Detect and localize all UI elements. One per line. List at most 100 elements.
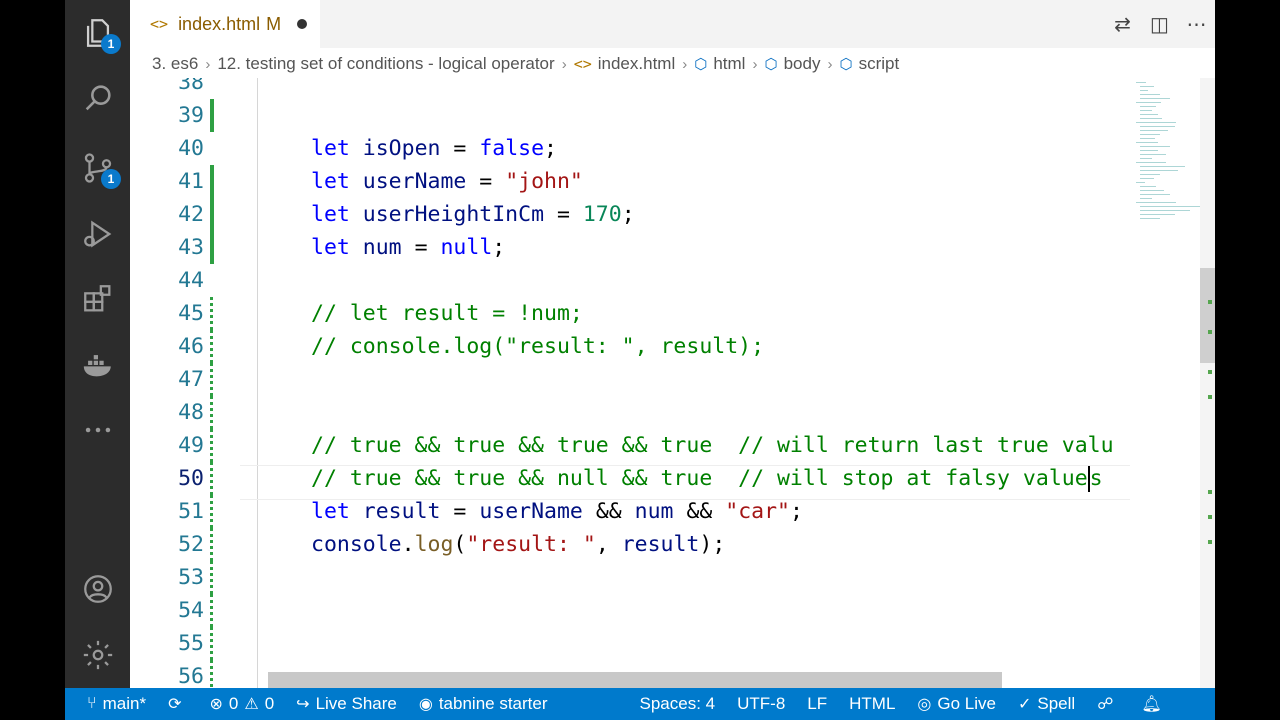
code-line[interactable]: 42 let userHeightInCm = 170; <box>130 198 1130 231</box>
check-icon: ✓ <box>1017 696 1032 713</box>
breadcrumb-html[interactable]: ⬡ html <box>694 54 745 74</box>
notifications-status[interactable]: 🔔︎ <box>1141 694 1167 714</box>
spell-status[interactable]: ✓ Spell <box>1018 694 1075 714</box>
code-text: let isOpen = false; <box>311 136 557 161</box>
branch-status[interactable]: ⑂ main* <box>87 694 146 714</box>
scrollbar-change-marker <box>1208 395 1212 399</box>
go-live-status[interactable]: ◎ Go Live <box>917 694 996 714</box>
vertical-scrollbar-thumb[interactable] <box>1200 268 1215 363</box>
minimap-line <box>1140 210 1190 211</box>
chevron-right-icon: › <box>205 55 211 73</box>
tab-index-html[interactable]: <> index.html M <box>130 0 320 48</box>
eol-status[interactable]: LF <box>807 694 827 714</box>
unsaved-dot[interactable] <box>297 19 308 29</box>
code-line[interactable]: 51 let result = userName && num && "car"; <box>130 495 1130 528</box>
extensions-button[interactable] <box>65 274 130 324</box>
code-line[interactable]: 49 // true && true && true && true // wil… <box>130 429 1130 462</box>
minimap-line <box>1140 126 1175 127</box>
code-text: let result = userName && num && "car"; <box>311 499 803 524</box>
run-debug-button[interactable] <box>65 209 130 259</box>
code-line[interactable]: 52 console.log("result: ", result); <box>130 528 1130 561</box>
code-text: let userName = "john" <box>311 169 583 194</box>
code-editor[interactable]: 38 39 40 let isOpen = false; 41 let userName … <box>130 78 1130 688</box>
minimap-line <box>1140 186 1156 187</box>
code-line[interactable]: 40 let isOpen = false; <box>130 132 1130 165</box>
tab-label: index.html <box>178 13 261 34</box>
git-modified-marker[interactable] <box>210 462 213 495</box>
code-line[interactable]: 45 // let result = !num; <box>130 297 1130 330</box>
code-line[interactable]: 54 <box>130 594 1130 627</box>
line-number: 44 <box>178 268 204 293</box>
git-added-marker[interactable] <box>210 198 214 231</box>
breadcrumb-script[interactable]: ⬡ script <box>839 54 899 74</box>
sync-icon: ⟳ <box>168 696 182 713</box>
search-icon <box>85 85 111 111</box>
breadcrumb-folder-es6[interactable]: 3. es6 <box>152 54 198 74</box>
split-editor-icon[interactable]: ◫ <box>1141 12 1178 37</box>
code-line[interactable]: 41 let userName = "john" <box>130 165 1130 198</box>
git-modified-marker[interactable] <box>210 429 213 462</box>
search-button[interactable] <box>65 73 130 123</box>
minimap-line <box>1140 86 1154 87</box>
code-line[interactable]: 50 // true && true && null && true // wil… <box>130 462 1130 495</box>
scrollbar-change-marker <box>1208 515 1212 519</box>
more-actions-icon[interactable]: ⋯ <box>1178 12 1215 37</box>
problems-status[interactable]: ⊗ 0 ⚠ 0 <box>209 694 274 714</box>
code-line[interactable]: 53 <box>130 561 1130 594</box>
breadcrumb-body[interactable]: ⬡ body <box>764 54 820 74</box>
encoding-status[interactable]: UTF-8 <box>737 694 785 714</box>
more-button[interactable] <box>65 405 130 455</box>
live-share-icon: ↪ <box>296 696 310 713</box>
code-line[interactable]: 44 <box>130 264 1130 297</box>
explorer-button[interactable]: 1 <box>65 8 130 58</box>
breadcrumb-file[interactable]: <> index.html <box>574 54 676 74</box>
code-line[interactable]: 47 <box>130 363 1130 396</box>
git-modified-marker[interactable] <box>210 627 213 660</box>
source-control-button[interactable]: 1 <box>65 143 130 193</box>
git-modified-marker[interactable] <box>210 363 213 396</box>
minimap-line <box>1140 134 1160 135</box>
code-line[interactable]: 55 <box>130 627 1130 660</box>
bell-icon: 🔔︎ <box>1141 696 1162 713</box>
horizontal-scrollbar-thumb[interactable] <box>268 672 1002 688</box>
code-line[interactable]: 48 <box>130 396 1130 429</box>
vertical-scrollbar[interactable] <box>1200 78 1215 688</box>
live-share-status[interactable]: ↪ Live Share <box>296 694 397 714</box>
line-number: 38 <box>178 78 204 95</box>
git-modified-marker[interactable] <box>210 594 213 627</box>
git-added-marker[interactable] <box>210 231 214 264</box>
line-number: 56 <box>178 664 204 688</box>
minimap-line <box>1140 178 1154 179</box>
git-modified-marker[interactable] <box>210 528 213 561</box>
open-changes-icon[interactable]: ⇄ <box>1104 12 1141 37</box>
git-added-marker[interactable] <box>210 99 214 132</box>
line-number: 39 <box>178 103 204 128</box>
docker-button[interactable] <box>65 340 130 390</box>
language-status[interactable]: HTML <box>849 694 895 714</box>
code-line[interactable]: 39 <box>130 99 1130 132</box>
code-line[interactable]: 46 // console.log("result: ", result); <box>130 330 1130 363</box>
minimap-line <box>1140 154 1166 155</box>
git-modified-marker[interactable] <box>210 660 213 688</box>
account-icon <box>83 575 112 603</box>
tabnine-status[interactable]: ◉ tabnine starter <box>419 694 548 714</box>
settings-button[interactable] <box>65 630 130 680</box>
editor-area: <> index.html M ⇄ ◫ ⋯ 3. es6 › 12. testi… <box>130 0 1215 688</box>
git-added-marker[interactable] <box>210 165 214 198</box>
cube-icon: ⬡ <box>764 56 778 73</box>
accounts-button[interactable] <box>65 564 130 614</box>
git-modified-marker[interactable] <box>210 330 213 363</box>
code-line[interactable]: 43 let num = null; <box>130 231 1130 264</box>
sync-status[interactable]: ⟳ <box>168 694 187 714</box>
minimap[interactable] <box>1130 78 1200 688</box>
breadcrumb-folder-lesson[interactable]: 12. testing set of conditions - logical … <box>217 54 554 74</box>
code-line[interactable]: 38 <box>130 78 1130 99</box>
git-modified-marker[interactable] <box>210 297 213 330</box>
line-number: 50 <box>178 466 204 491</box>
indentation-status[interactable]: Spaces: 4 <box>640 694 716 714</box>
feedback-status[interactable]: ☍ <box>1097 694 1119 714</box>
git-modified-marker[interactable] <box>210 495 213 528</box>
git-modified-marker[interactable] <box>210 396 213 429</box>
tabnine-icon: ◉ <box>418 696 433 713</box>
git-modified-marker[interactable] <box>210 561 213 594</box>
